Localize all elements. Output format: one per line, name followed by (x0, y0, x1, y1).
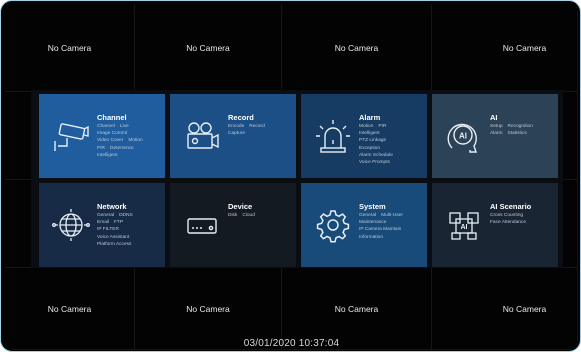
menu-items: Cross Counting Face Attendance (490, 212, 554, 226)
alarm-light-icon (311, 114, 355, 158)
camera-slot[interactable]: No Camera (282, 4, 432, 92)
camera-label: No Camera (47, 42, 92, 53)
menu-link[interactable]: Alarm Schedule (359, 153, 393, 158)
menu-link[interactable]: Intelligent (97, 153, 118, 158)
menu-tile-record[interactable]: Record Encode Record Capture (170, 94, 296, 178)
camera-slot[interactable]: No Camera (5, 4, 135, 92)
camera-slot[interactable]: No Camera (432, 4, 578, 92)
menu-items: General Multi-User Maintenance IP Camera … (359, 212, 423, 241)
menu-link[interactable]: PIR (97, 146, 105, 151)
disk-icon (180, 203, 224, 247)
camera-label: No Camera (47, 303, 92, 314)
ai-scenario-icon: AI (442, 203, 486, 247)
menu-link[interactable]: Recognition (508, 124, 533, 129)
menu-link[interactable]: Encode (228, 124, 244, 129)
camera-slot[interactable]: No Camera (135, 4, 282, 92)
ai-head-icon: AI (442, 114, 486, 158)
video-camera-icon (180, 114, 224, 158)
camera-icon (49, 114, 93, 158)
menu-title: Device (228, 202, 253, 211)
menu-link[interactable]: Cross Counting (490, 213, 523, 218)
menu-link[interactable]: Cloud (242, 213, 255, 218)
menu-tile-network[interactable]: Network General DDNS Email FTP IP FILTER V… (39, 183, 165, 267)
menu-link[interactable]: Setup (490, 124, 503, 129)
menu-link[interactable]: FTP (114, 220, 123, 225)
menu-items: General DDNS Email FTP IP FILTER Voice Ass… (97, 212, 161, 248)
camera-label: No Camera (502, 42, 547, 53)
main-menu: Channel Channel Live Image Control Video … (31, 90, 563, 268)
menu-link[interactable]: Disk (228, 213, 237, 218)
menu-title: AI Scenario (490, 202, 532, 211)
menu-link[interactable]: Video Cover (97, 138, 123, 143)
menu-link[interactable]: Motion (359, 124, 373, 129)
menu-items: Encode Record Capture (228, 123, 292, 137)
menu-link[interactable]: Image Control (97, 131, 127, 136)
gear-icon (311, 203, 355, 247)
menu-link[interactable]: Motion (128, 138, 142, 143)
menu-link[interactable]: Record (249, 124, 264, 129)
svg-text:AI: AI (461, 224, 468, 231)
device-frame: No Camera No Camera No Camera No Camera … (0, 0, 581, 352)
menu-link[interactable]: Platform Access (97, 242, 131, 247)
menu-title: Network (97, 202, 127, 211)
camera-label: No Camera (334, 303, 379, 314)
menu-link[interactable]: Statistics (508, 131, 527, 136)
menu-link[interactable]: Alarm (490, 131, 503, 136)
menu-link[interactable]: PIR (378, 124, 386, 129)
menu-title: Record (228, 113, 254, 122)
menu-title: System (359, 202, 386, 211)
menu-tile-system[interactable]: System General Multi-User Maintenance IP … (301, 183, 427, 267)
menu-link[interactable]: Deterrence (110, 146, 134, 151)
menu-title: AI (490, 113, 498, 122)
menu-items: Setup Recognition Alarm Statistics (490, 123, 554, 137)
menu-tile-channel[interactable]: Channel Channel Live Image Control Video … (39, 94, 165, 178)
menu-link[interactable]: Intelligent (359, 131, 380, 136)
menu-link[interactable]: Email (97, 220, 109, 225)
menu-link[interactable]: DDNS (119, 213, 133, 218)
camera-label: No Camera (334, 42, 379, 53)
menu-tile-device[interactable]: Device Disk Cloud (170, 183, 296, 267)
menu-tile-ai[interactable]: AI AI Setup Recognition Alarm Statistics (432, 94, 558, 178)
menu-link[interactable]: General (359, 213, 376, 218)
menu-link[interactable]: Capture (228, 131, 245, 136)
datetime-display: 03/01/2020 10:37:04 (243, 338, 340, 349)
menu-link[interactable]: Voice Prompts (359, 160, 390, 165)
menu-items: Motion PIR Intelligent PTZ Linkage Except… (359, 123, 423, 166)
menu-link[interactable]: Exception (359, 146, 380, 151)
menu-items: Disk Cloud (228, 212, 292, 219)
screen: No Camera No Camera No Camera No Camera … (5, 4, 578, 350)
menu-link[interactable]: PTZ Linkage (359, 138, 386, 143)
menu-items: Channel Live Image Control Video Cover Mot… (97, 123, 161, 159)
svg-text:AI: AI (459, 132, 467, 141)
menu-link[interactable]: Multi-User (381, 213, 403, 218)
menu-tile-ai-scenario[interactable]: AI AI Scenario Cross Counting Face Atten… (432, 183, 558, 267)
menu-link[interactable]: Channel (97, 124, 115, 129)
menu-link[interactable]: General (97, 213, 114, 218)
globe-icon (49, 203, 93, 247)
camera-label: No Camera (502, 303, 547, 314)
camera-label: No Camera (186, 303, 230, 314)
menu-link[interactable]: Maintenance (359, 220, 386, 225)
menu-link[interactable]: IP Camera Maintain (359, 227, 401, 232)
menu-tile-alarm[interactable]: Alarm Motion PIR Intelligent PTZ Linkage … (301, 94, 427, 178)
menu-link[interactable]: Face Attendance (490, 220, 526, 225)
menu-link[interactable]: Voice Assistant (97, 235, 129, 240)
menu-title: Alarm (359, 113, 381, 122)
menu-link[interactable]: Information (359, 235, 383, 240)
menu-link[interactable]: Live (120, 124, 129, 129)
menu-title: Channel (97, 113, 127, 122)
menu-link[interactable]: IP FILTER (97, 227, 119, 232)
camera-label: No Camera (186, 42, 230, 53)
